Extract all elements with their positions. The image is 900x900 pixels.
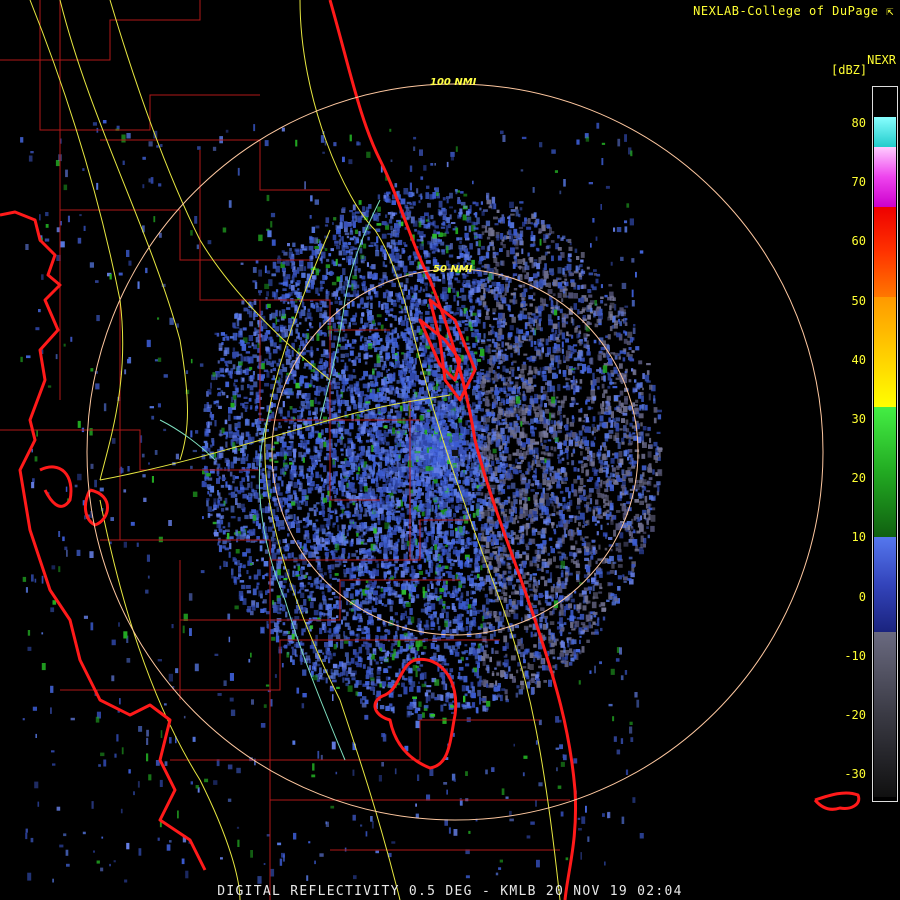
colorbar-segment-minus10-10 bbox=[874, 537, 896, 632]
product-code: NEXR bbox=[867, 53, 896, 67]
radar-site-marker bbox=[452, 450, 458, 456]
colorbar-segment-minus35-minus10 bbox=[874, 632, 896, 797]
color-scale-tick: 60 bbox=[851, 234, 866, 249]
range-ring-100-label: 100 NMI bbox=[430, 77, 477, 88]
colorbar-segment-75-80 bbox=[874, 117, 896, 147]
color-scale-tick: 0 bbox=[858, 589, 866, 604]
color-scale-tick: -20 bbox=[844, 708, 866, 722]
colorbar-segment-65-75 bbox=[874, 147, 896, 207]
colorbar-segment-30-50 bbox=[874, 297, 896, 407]
color-scale-tick: 30 bbox=[851, 412, 866, 426]
color-scale-tick: 20 bbox=[851, 471, 866, 486]
credit-text: NEXLAB-College of DuPage ⇱ bbox=[693, 4, 894, 18]
color-scale-tick: 10 bbox=[851, 530, 866, 545]
product-caption: DIGITAL REFLECTIVITY 0.5 DEG - KMLB 20 N… bbox=[217, 884, 683, 899]
range-ring-50-label: 50 NMI bbox=[433, 264, 473, 275]
color-scale-tick: -10 bbox=[844, 648, 866, 663]
colorbar-segment-50-65 bbox=[874, 207, 896, 297]
color-scale-tick: -30 bbox=[844, 767, 866, 782]
color-scale-tick: 70 bbox=[851, 175, 866, 190]
colorbar-segment-10-30 bbox=[874, 407, 896, 537]
radar-map: 100 NMI 50 NMI bbox=[0, 0, 900, 900]
credit-label: NEXLAB-College of DuPage bbox=[693, 4, 879, 18]
color-scale-tick: 80 bbox=[851, 116, 866, 130]
color-scale-tick: 50 bbox=[851, 293, 866, 308]
color-scale-tick: 40 bbox=[851, 352, 866, 367]
units-label: [dBZ] bbox=[831, 63, 868, 77]
color-scale-bar bbox=[872, 86, 898, 802]
cursor-arrow-icon: ⇱ bbox=[886, 4, 894, 18]
